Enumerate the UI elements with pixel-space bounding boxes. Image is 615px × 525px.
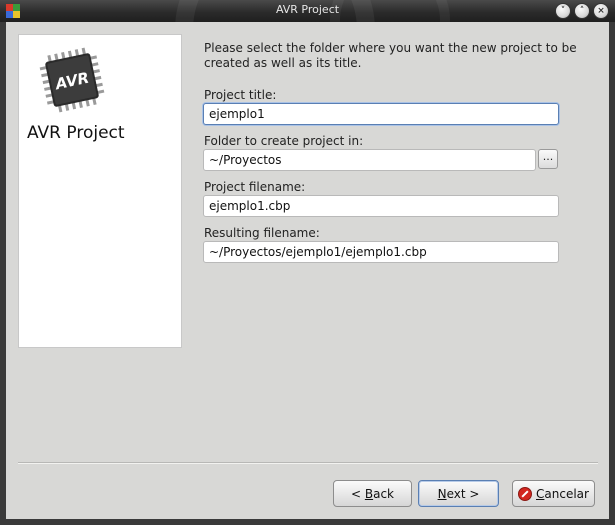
- back-button[interactable]: < Back: [333, 480, 412, 507]
- browse-folder-button[interactable]: ...: [538, 149, 558, 169]
- button-separator: [18, 462, 598, 464]
- resulting-filename-output: ~/Proyectos/ejemplo1/ejemplo1.cbp: [203, 241, 559, 263]
- project-filename-label: Project filename:: [204, 180, 306, 194]
- side-panel-title: AVR Project: [27, 123, 125, 143]
- intro-text: Please select the folder where you want …: [204, 41, 577, 70]
- project-title-input[interactable]: ejemplo1: [203, 103, 559, 125]
- next-button[interactable]: Next >: [418, 480, 499, 507]
- project-filename-input[interactable]: ejemplo1.cbp: [203, 195, 559, 217]
- resulting-filename-label: Resulting filename:: [204, 226, 320, 240]
- next-button-label: Next >: [437, 486, 480, 501]
- cancel-button[interactable]: Cancelar: [512, 480, 595, 507]
- wizard-side-panel: AVR AVR Project: [18, 34, 182, 348]
- maximize-icon[interactable]: ˄: [574, 3, 590, 19]
- folder-input[interactable]: ~/Proyectos: [203, 149, 536, 171]
- cancel-icon: [518, 486, 533, 501]
- cancel-button-label: Cancelar: [536, 486, 589, 501]
- minimize-icon[interactable]: ˅: [555, 3, 571, 19]
- title-bar[interactable]: AVR Project ˅ ˄ ×: [0, 0, 615, 22]
- window-title: AVR Project: [275, 3, 340, 16]
- back-button-label: < Back: [350, 486, 394, 501]
- close-icon[interactable]: ×: [593, 3, 609, 19]
- project-title-label: Project title:: [204, 88, 277, 102]
- folder-label: Folder to create project in:: [204, 134, 364, 148]
- avr-chip-icon: AVR: [39, 47, 105, 113]
- window-controls: ˅ ˄ ×: [555, 3, 609, 19]
